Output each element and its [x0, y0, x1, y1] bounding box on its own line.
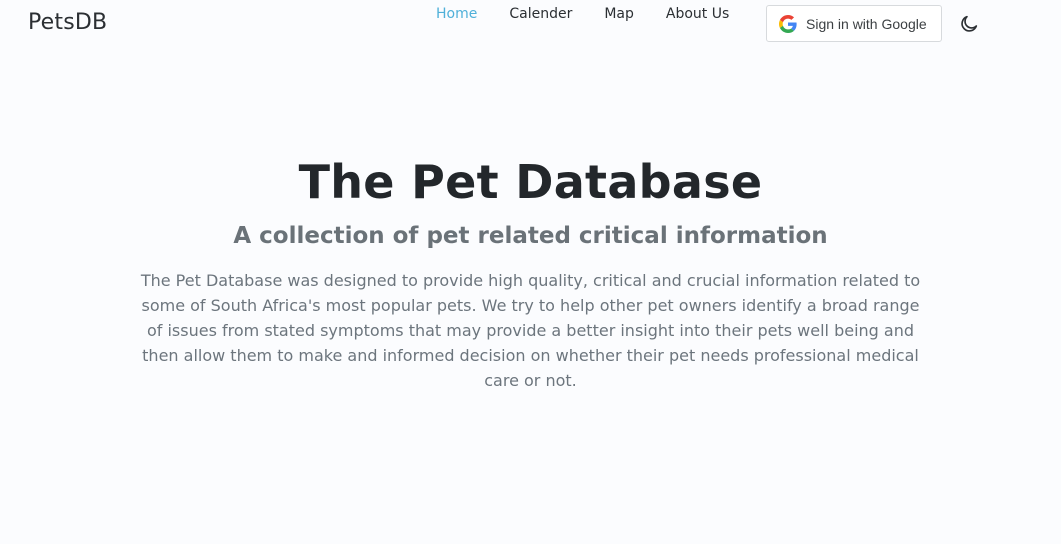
page-title: The Pet Database [298, 155, 763, 209]
page-subtitle: A collection of pet related critical inf… [233, 223, 828, 249]
google-icon [779, 14, 797, 33]
hero-section: The Pet Database A collection of pet rel… [0, 148, 1061, 393]
google-signin-button[interactable]: Sign in with Google [766, 5, 942, 42]
google-signin-label: Sign in with Google [806, 15, 927, 32]
moon-icon[interactable] [958, 13, 980, 35]
top-navbar: PetsDB Home Calender Map About Us Sign i… [0, 0, 1061, 50]
nav-link-about-us[interactable]: About Us [666, 6, 729, 22]
brand-logo[interactable]: PetsDB [28, 10, 107, 35]
nav-link-home[interactable]: Home [436, 6, 477, 22]
hero-description: The Pet Database was designed to provide… [140, 271, 921, 390]
nav-link-map[interactable]: Map [604, 6, 634, 22]
nav-link-calender[interactable]: Calender [509, 6, 572, 22]
nav-links: Home Calender Map About Us [436, 6, 761, 22]
